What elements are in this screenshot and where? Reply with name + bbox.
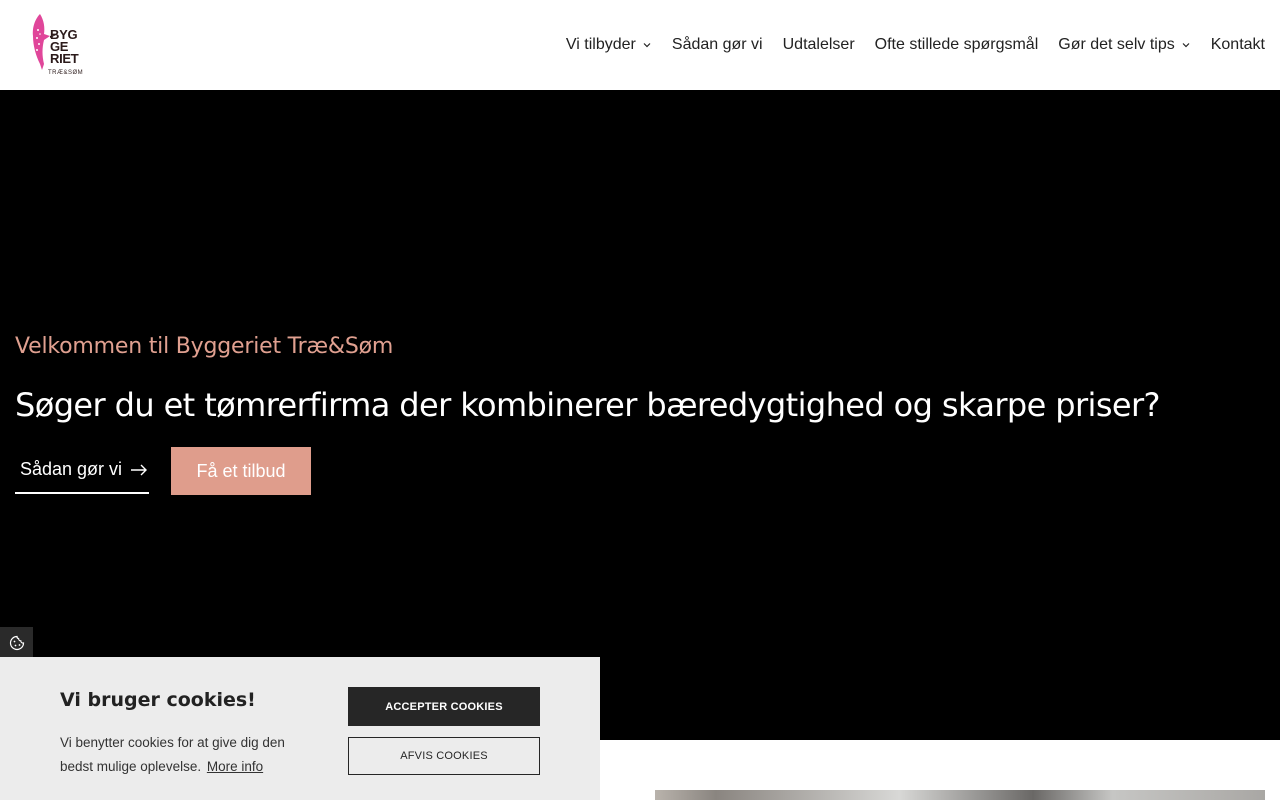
nav-item-label: Udtalelser [782,36,855,53]
cookie-settings-tab[interactable] [0,627,33,658]
nav-item-faq[interactable]: Ofte stillede spørgsmål [875,36,1039,54]
logo-subtitle: TRÆ&SØM [48,70,84,76]
nav-item-sadan-gor-vi[interactable]: Sådan gør vi [672,36,763,54]
nav-item-vi-tilbyder[interactable]: Vi tilbyder [566,36,652,54]
logo-line-3: RIET [50,51,79,66]
nav-item-label: Gør det selv tips [1058,36,1175,53]
chevron-down-icon [1182,43,1190,48]
site-header: BYG GE RIET TRÆ&SØM Vi tilbyder Sådan gø… [0,0,1280,90]
nav-item-label: Kontakt [1210,36,1265,53]
logo-wordmark: BYG GE RIET [50,28,90,66]
chevron-down-icon [643,43,651,48]
how-we-work-label: Sådan gør vi [20,459,123,479]
accept-cookies-button[interactable]: ACCEPTER COOKIES [348,687,540,726]
main-nav: Vi tilbyder Sådan gør vi Udtalelser Ofte… [546,0,1265,90]
nav-item-label: Sådan gør vi [671,36,763,53]
nav-item-label: Ofte stillede spørgsmål [874,36,1039,53]
cookie-text: Vi benytter cookies for at give dig den … [60,731,310,779]
arrow-right-icon [131,464,148,475]
hero-kicker: Velkommen til Byggeriet Træ&Søm [15,334,394,359]
nav-item-gor-det-selv-tips[interactable]: Gør det selv tips [1058,36,1190,54]
cookie-title: Vi bruger cookies! [60,689,256,711]
cookie-more-info-link[interactable]: More info [207,759,263,774]
get-quote-button[interactable]: Få et tilbud [171,447,311,495]
decline-cookies-button[interactable]: AFVIS COOKIES [348,737,540,775]
cookie-icon [9,635,24,650]
cookie-banner: Vi bruger cookies! Vi benytter cookies f… [0,657,600,800]
site-logo[interactable]: BYG GE RIET TRÆ&SØM [30,12,90,80]
nav-item-kontakt[interactable]: Kontakt [1211,36,1265,54]
nav-item-label: Vi tilbyder [565,36,636,53]
how-we-work-link[interactable]: Sådan gør vi [15,447,149,494]
hero-section: Velkommen til Byggeriet Træ&Søm Søger du… [0,90,1280,740]
content-photo [655,790,1265,800]
nav-item-udtalelser[interactable]: Udtalelser [783,36,855,54]
hero-title: Søger du et tømrerfirma der kombinerer b… [15,386,1161,424]
